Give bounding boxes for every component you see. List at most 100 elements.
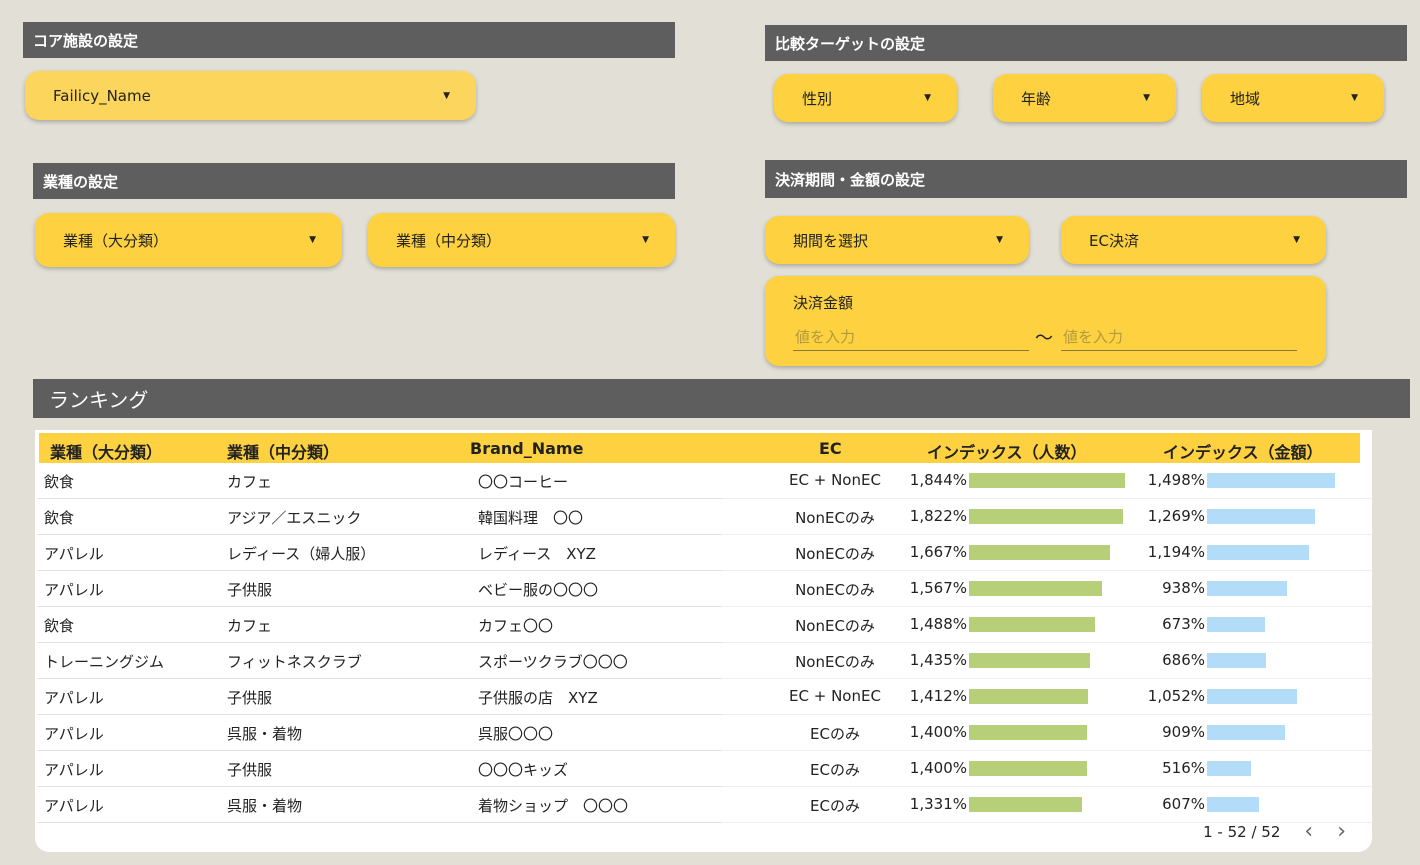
age-dropdown[interactable]: 年齢 ▼ <box>993 74 1176 122</box>
cell-index-amount: 1,269% <box>1147 507 1205 525</box>
cell-ec: NonECのみ <box>795 581 875 599</box>
table-row[interactable]: 飲食 アジア／エスニック 韓国料理 〇〇 NonECのみ 1,822% 1,269% <box>35 499 1372 535</box>
cell-middle: アジア／エスニック <box>227 509 362 527</box>
cell-index-amount: 673% <box>1162 615 1205 633</box>
chevron-down-icon: ▼ <box>996 235 1003 245</box>
cell-index-amount: 1,498% <box>1147 471 1205 489</box>
cell-index-people: 1,667% <box>909 543 967 561</box>
table-row[interactable]: アパレル 子供服 子供服の店 XYZ EC + NonEC 1,412% 1,052% <box>35 679 1372 715</box>
cell-middle: 子供服 <box>227 689 273 707</box>
cell-index-people: 1,400% <box>909 723 967 741</box>
chevron-down-icon: ▼ <box>642 235 649 245</box>
cell-brand: 呉服〇〇〇 <box>478 725 554 743</box>
industry-major-dropdown[interactable]: 業種（大分類） ▼ <box>35 213 342 267</box>
cell-brand: 〇〇コーヒー <box>478 473 569 491</box>
facility-dropdown-label: Failicy_Name <box>53 86 151 105</box>
cell-index-people: 1,412% <box>909 687 967 705</box>
amount-index-bar <box>1207 797 1259 812</box>
payment-header: 決済期間・金額の設定 <box>765 160 1407 198</box>
table-row[interactable]: アパレル 呉服・着物 呉服〇〇〇 ECのみ 1,400% 909% <box>35 715 1372 751</box>
cell-index-people: 1,400% <box>909 759 967 777</box>
chevron-down-icon: ▼ <box>1351 93 1358 103</box>
chevron-right-icon[interactable]: › <box>1337 819 1346 844</box>
gender-dropdown[interactable]: 性別 ▼ <box>774 74 957 122</box>
table-row[interactable]: アパレル 子供服 ベビー服の〇〇〇 NonECのみ 1,567% 938% <box>35 571 1372 607</box>
pagination: 1 - 52 / 52 ‹ › <box>1203 819 1346 844</box>
column-header-middle[interactable]: 業種（中分類） <box>227 439 339 463</box>
cell-index-amount: 686% <box>1162 651 1205 669</box>
chevron-left-icon[interactable]: ‹ <box>1304 819 1313 844</box>
cell-brand: ベビー服の〇〇〇 <box>478 581 599 599</box>
amount-index-bar <box>1207 509 1315 524</box>
ec-payment-dropdown-label: EC決済 <box>1089 231 1139 250</box>
period-dropdown[interactable]: 期間を選択 ▼ <box>765 216 1029 264</box>
table-row[interactable]: アパレル レディース（婦人服） レディース XYZ NonECのみ 1,667% 1,19… <box>35 535 1372 571</box>
column-header-brand[interactable]: Brand_Name <box>470 439 583 458</box>
cell-major: アパレル <box>44 581 104 599</box>
chevron-down-icon: ▼ <box>924 93 931 103</box>
column-header-index-people[interactable]: インデックス（人数） <box>927 439 1087 463</box>
cell-index-amount: 516% <box>1162 759 1205 777</box>
cell-brand: 〇〇〇キッズ <box>478 761 569 779</box>
table-header: 業種（大分類） 業種（中分類） Brand_Name EC インデックス（人数）… <box>39 433 1360 463</box>
cell-brand: カフェ〇〇 <box>478 617 554 635</box>
chevron-down-icon: ▼ <box>1293 235 1300 245</box>
cell-brand: スポーツクラブ〇〇〇 <box>478 653 628 671</box>
pagination-label: 1 - 52 / 52 <box>1203 822 1281 841</box>
cell-middle: 子供服 <box>227 581 273 599</box>
cell-major: 飲食 <box>44 617 75 635</box>
cell-brand: 着物ショップ 〇〇〇 <box>478 797 629 815</box>
table-row[interactable]: トレーニングジム フィットネスクラブ スポーツクラブ〇〇〇 NonECのみ 1,435%… <box>35 643 1372 679</box>
region-dropdown[interactable]: 地域 ▼ <box>1202 74 1384 122</box>
table-row[interactable]: アパレル 子供服 〇〇〇キッズ ECのみ 1,400% 516% <box>35 751 1372 787</box>
amount-index-bar <box>1207 725 1285 740</box>
amount-min-input[interactable] <box>793 324 1029 351</box>
region-dropdown-label: 地域 <box>1230 89 1261 108</box>
ranking-header: ランキング <box>33 379 1410 418</box>
cell-middle: 子供服 <box>227 761 273 779</box>
cell-index-people: 1,331% <box>909 795 967 813</box>
cell-brand: 子供服の店 XYZ <box>478 689 598 707</box>
column-header-index-amount[interactable]: インデックス（金額） <box>1163 439 1323 463</box>
people-index-bar <box>969 725 1087 740</box>
ec-payment-dropdown[interactable]: EC決済 ▼ <box>1061 216 1326 264</box>
payment-title: 決済期間・金額の設定 <box>775 170 926 189</box>
age-dropdown-label: 年齢 <box>1021 89 1052 108</box>
column-header-ec[interactable]: EC <box>819 439 842 458</box>
facility-dropdown[interactable]: Failicy_Name ▼ <box>25 71 476 120</box>
people-index-bar <box>969 581 1102 596</box>
cell-ec: NonECのみ <box>795 617 875 635</box>
cell-brand: レディース XYZ <box>478 545 596 563</box>
period-dropdown-label: 期間を選択 <box>793 231 869 250</box>
table-row[interactable]: 飲食 カフェ 〇〇コーヒー EC + NonEC 1,844% 1,498% <box>35 463 1372 499</box>
cell-middle: カフェ <box>227 473 273 491</box>
cell-index-people: 1,567% <box>909 579 967 597</box>
people-index-bar <box>969 797 1082 812</box>
people-index-bar <box>969 473 1125 488</box>
chevron-down-icon: ▼ <box>1143 93 1150 103</box>
gender-dropdown-label: 性別 <box>802 89 833 108</box>
amount-index-bar <box>1207 617 1265 632</box>
amount-index-bar <box>1207 545 1309 560</box>
cell-major: アパレル <box>44 761 104 779</box>
cell-middle: カフェ <box>227 617 273 635</box>
people-index-bar <box>969 545 1110 560</box>
column-header-major[interactable]: 業種（大分類） <box>50 439 162 463</box>
industry-major-label: 業種（大分類） <box>63 231 169 250</box>
comparison-target-header: 比較ターゲットの設定 <box>765 25 1407 61</box>
cell-middle: フィットネスクラブ <box>227 653 362 671</box>
amount-max-input[interactable] <box>1061 324 1297 351</box>
industry-title: 業種の設定 <box>43 172 119 191</box>
table-row[interactable]: アパレル 呉服・着物 着物ショップ 〇〇〇 ECのみ 1,331% 607% <box>35 787 1372 823</box>
table-row[interactable]: 飲食 カフェ カフェ〇〇 NonECのみ 1,488% 673% <box>35 607 1372 643</box>
amount-index-bar <box>1207 653 1266 668</box>
cell-index-amount: 938% <box>1162 579 1205 597</box>
cell-index-amount: 1,052% <box>1147 687 1205 705</box>
industry-middle-dropdown[interactable]: 業種（中分類） ▼ <box>368 213 675 267</box>
industry-middle-label: 業種（中分類） <box>396 231 502 250</box>
cell-middle: 呉服・着物 <box>227 797 303 815</box>
cell-index-people: 1,435% <box>909 651 967 669</box>
comparison-target-title: 比較ターゲットの設定 <box>775 34 926 53</box>
core-facility-title: コア施設の設定 <box>33 31 139 50</box>
people-index-bar <box>969 689 1088 704</box>
